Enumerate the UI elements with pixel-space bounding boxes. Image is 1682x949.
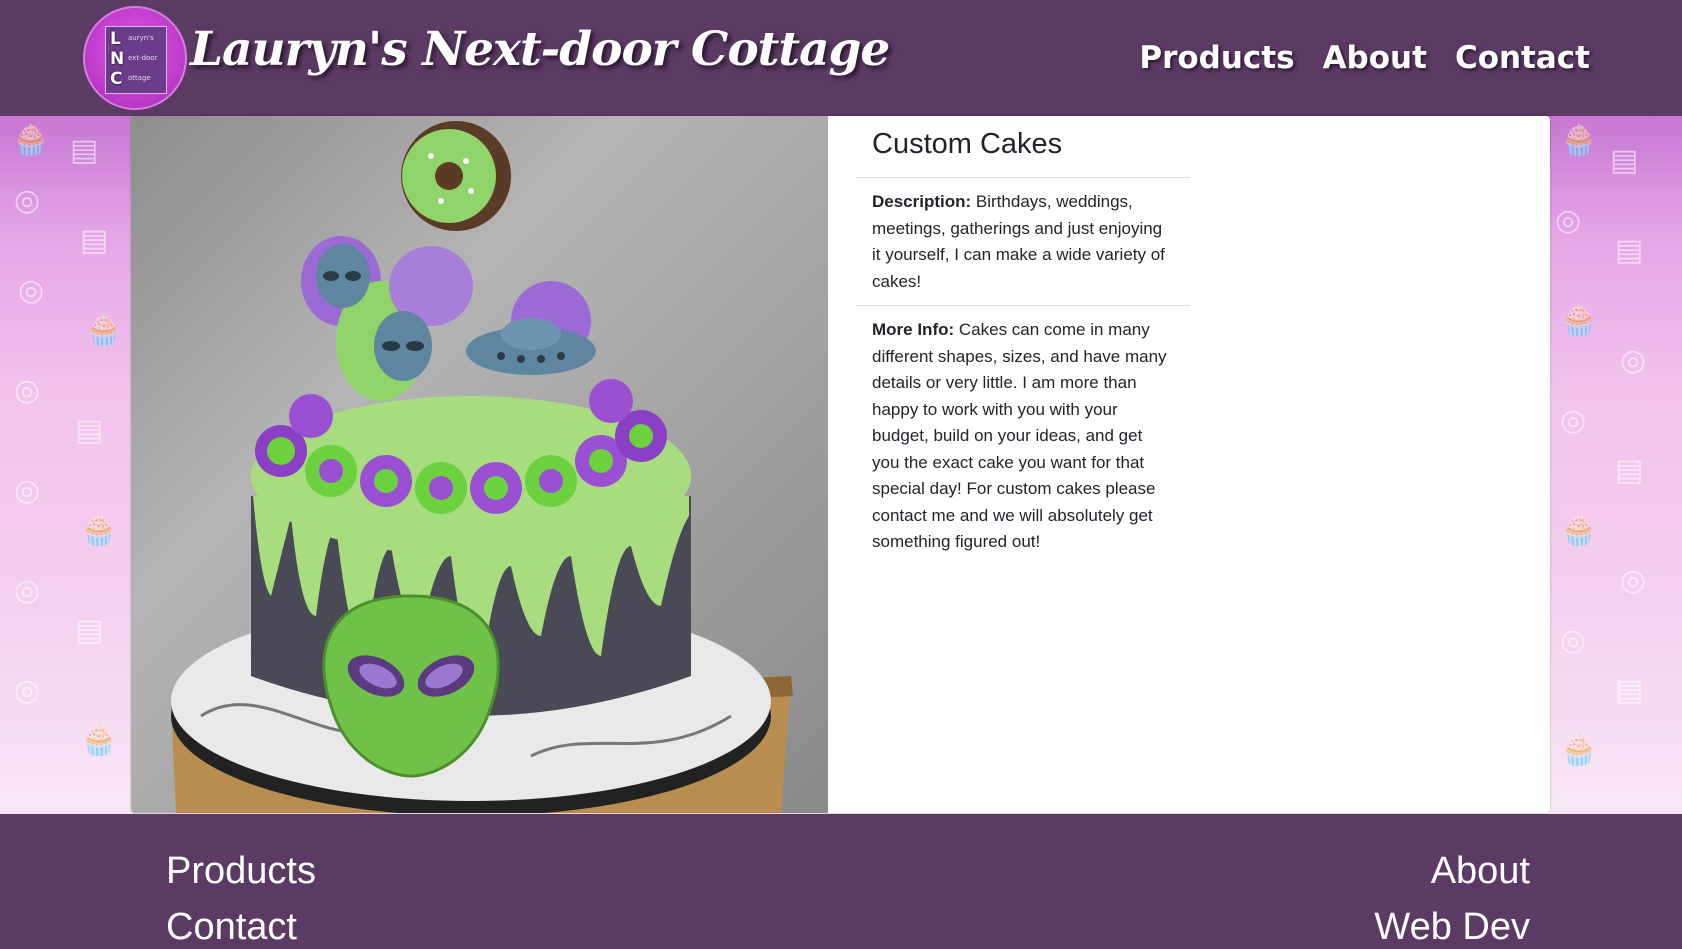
alien-cake-illustration xyxy=(171,121,793,813)
nav-products-link[interactable]: Products xyxy=(1139,40,1294,76)
cake-slice-icon: ▤ xyxy=(1610,143,1639,178)
donut-icon: ◎ xyxy=(14,183,41,218)
logo-word-1: auryn's xyxy=(128,34,154,42)
cupcake-icon: 🧁 xyxy=(1560,513,1598,548)
footer-contact-link[interactable]: Contact xyxy=(166,906,297,949)
cake-slice-icon: ▤ xyxy=(75,413,104,448)
donut-icon: ◎ xyxy=(1620,563,1647,598)
footer-about-link[interactable]: About xyxy=(1431,850,1530,893)
logo-word-3: ottage xyxy=(128,74,151,82)
cupcake-icon: 🧁 xyxy=(85,313,123,348)
cupcake-icon: 🧁 xyxy=(1560,303,1598,338)
more-info-text: Cakes can come in many different shapes,… xyxy=(872,320,1167,551)
cake-slice-icon: ▤ xyxy=(1615,453,1644,488)
donut-icon: ◎ xyxy=(18,273,45,308)
logo-badge: L auryn's N ext-door C ottage xyxy=(105,26,167,94)
cupcake-icon: 🧁 xyxy=(1560,123,1598,158)
donut-icon: ◎ xyxy=(14,473,41,508)
donut-icon: ◎ xyxy=(14,373,41,408)
cupcake-icon: 🧁 xyxy=(12,123,50,158)
product-info: Custom Cakes Description: Birthdays, wed… xyxy=(855,116,1190,566)
product-title: Custom Cakes xyxy=(855,116,1190,178)
cupcake-icon: 🧁 xyxy=(80,723,118,758)
cupcake-icon: 🧁 xyxy=(1560,733,1598,768)
site-title[interactable]: Lauryn's Next-door Cottage xyxy=(190,22,890,77)
site-footer: Products Contact About Web Dev xyxy=(0,814,1682,949)
nav-about-link[interactable]: About xyxy=(1323,40,1427,76)
product-card: Custom Cakes Description: Birthdays, wed… xyxy=(131,116,1550,813)
footer-webdev-link[interactable]: Web Dev xyxy=(1374,906,1530,949)
product-image xyxy=(131,116,828,813)
more-info-row: More Info: Cakes can come in many differ… xyxy=(855,306,1190,566)
main-nav: Products About Contact xyxy=(1139,40,1590,76)
donut-icon: ◎ xyxy=(14,673,41,708)
donut-icon: ◎ xyxy=(1620,343,1647,378)
logo-letter-n: N xyxy=(110,49,125,69)
nav-contact-link[interactable]: Contact xyxy=(1455,40,1590,76)
donut-icon: ◎ xyxy=(1560,623,1587,658)
description-label: Description: xyxy=(872,192,976,211)
cake-slice-icon: ▤ xyxy=(1615,673,1644,708)
more-info-label: More Info: xyxy=(872,320,959,339)
logo-letter-l: L xyxy=(110,29,121,49)
cake-slice-icon: ▤ xyxy=(70,133,99,168)
description-row: Description: Birthdays, weddings, meetin… xyxy=(855,178,1190,306)
cake-slice-icon: ▤ xyxy=(1615,233,1644,268)
cake-slice-icon: ▤ xyxy=(75,613,104,648)
donut-icon: ◎ xyxy=(1560,403,1587,438)
footer-products-link[interactable]: Products xyxy=(166,850,316,893)
logo[interactable]: L auryn's N ext-door C ottage xyxy=(83,6,187,110)
site-header: L auryn's N ext-door C ottage Lauryn's N… xyxy=(0,0,1682,116)
donut-icon: ◎ xyxy=(14,573,41,608)
cake-slice-icon: ▤ xyxy=(80,223,109,258)
cupcake-icon: 🧁 xyxy=(80,513,118,548)
logo-letter-c: C xyxy=(110,69,123,89)
donut-icon: ◎ xyxy=(1555,203,1582,238)
logo-word-2: ext-door xyxy=(128,54,158,62)
